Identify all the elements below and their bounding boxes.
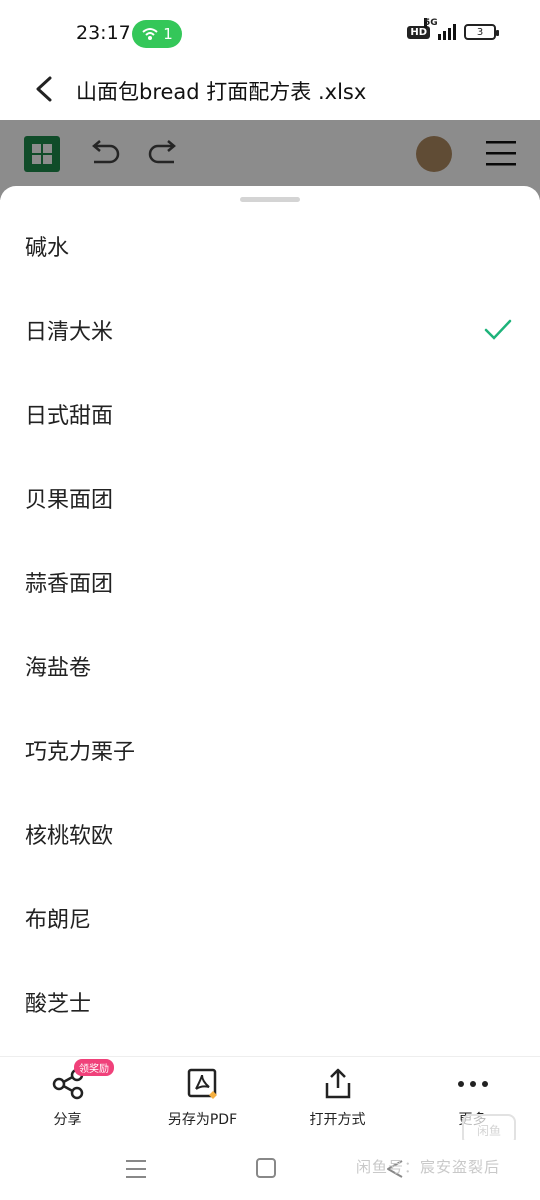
status-time: 23:17 bbox=[76, 22, 131, 44]
list-item[interactable]: 酸芝士 bbox=[0, 960, 540, 1044]
checkmark-icon bbox=[484, 319, 512, 340]
list-item[interactable]: 核桃软欧 bbox=[0, 792, 540, 876]
hotspot-indicator: 1 bbox=[132, 20, 182, 48]
document-title: 山面包bread 打面配方表 .xlsx bbox=[76, 80, 367, 104]
upload-share-icon bbox=[325, 1068, 350, 1099]
hotspot-count: 1 bbox=[163, 25, 173, 43]
list-item-label: 布朗尼 bbox=[25, 908, 92, 933]
list-item-label: 巧克力栗子 bbox=[25, 740, 136, 765]
share-label: 分享 bbox=[53, 1112, 82, 1128]
drag-handle[interactable] bbox=[240, 197, 300, 202]
list-item[interactable]: 蒜香面团 bbox=[0, 540, 540, 624]
open-with-label: 打开方式 bbox=[309, 1112, 366, 1128]
save-as-pdf-label: 另存为PDF bbox=[167, 1112, 238, 1128]
more-dots-icon bbox=[457, 1081, 488, 1087]
status-bar: 23:17 1 HD 5G 3 bbox=[0, 0, 540, 66]
bottom-action-bar: 领奖励 分享 另存为PDF 打开方式 更多 bbox=[0, 1056, 540, 1140]
wifi-hotspot-icon bbox=[142, 28, 158, 40]
signal-icon: 5G bbox=[424, 18, 456, 40]
list-item-label: 蒜香面团 bbox=[25, 572, 114, 597]
reward-badge: 领奖励 bbox=[74, 1059, 114, 1076]
list-item[interactable]: 海盐卷 bbox=[0, 624, 540, 708]
status-indicators: HD 5G 3 bbox=[407, 18, 499, 40]
share-button[interactable]: 领奖励 分享 bbox=[0, 1057, 135, 1141]
list-item-label: 酸芝士 bbox=[25, 992, 92, 1017]
home-icon[interactable] bbox=[256, 1158, 276, 1178]
battery-icon: 3 bbox=[464, 24, 499, 40]
battery-level: 3 bbox=[476, 26, 484, 38]
save-as-pdf-button[interactable]: 另存为PDF bbox=[135, 1057, 270, 1141]
pdf-icon bbox=[187, 1068, 217, 1099]
system-nav-bar: 闲鱼号：宸安盗裂后 bbox=[0, 1140, 540, 1200]
list-item-label: 核桃软欧 bbox=[25, 824, 114, 849]
list-item-label: 海盐卷 bbox=[25, 656, 92, 681]
title-bar: 山面包bread 打面配方表 .xlsx bbox=[0, 66, 540, 120]
network-type: 5G bbox=[424, 18, 438, 28]
list-item[interactable]: 日式甜面 bbox=[0, 372, 540, 456]
list-item-label: 贝果面团 bbox=[25, 488, 114, 513]
list-item[interactable]: 贝果面团 bbox=[0, 456, 540, 540]
list-item-label: 日式甜面 bbox=[25, 404, 114, 429]
list-item[interactable]: 布朗尼 bbox=[0, 876, 540, 960]
list-item-selected[interactable]: 日清大米 bbox=[0, 288, 540, 372]
list-item[interactable]: 碱水 bbox=[0, 204, 540, 288]
watermark-text: 闲鱼号：宸安盗裂后 bbox=[356, 1158, 501, 1176]
list-item[interactable]: 巧克力栗子 bbox=[0, 708, 540, 792]
sheet-selector-panel: 碱水 日清大米 日式甜面 贝果面团 蒜香面团 海盐卷 巧克力栗子 核桃软欧 布朗… bbox=[0, 186, 540, 1056]
list-item-label: 日清大米 bbox=[25, 320, 114, 345]
recent-apps-icon[interactable] bbox=[124, 1158, 148, 1180]
list-item-label: 碱水 bbox=[25, 236, 70, 261]
open-with-button[interactable]: 打开方式 bbox=[270, 1057, 405, 1141]
watermark-logo-text: 闲鱼 bbox=[476, 1123, 501, 1138]
back-arrow-icon[interactable] bbox=[30, 74, 60, 104]
